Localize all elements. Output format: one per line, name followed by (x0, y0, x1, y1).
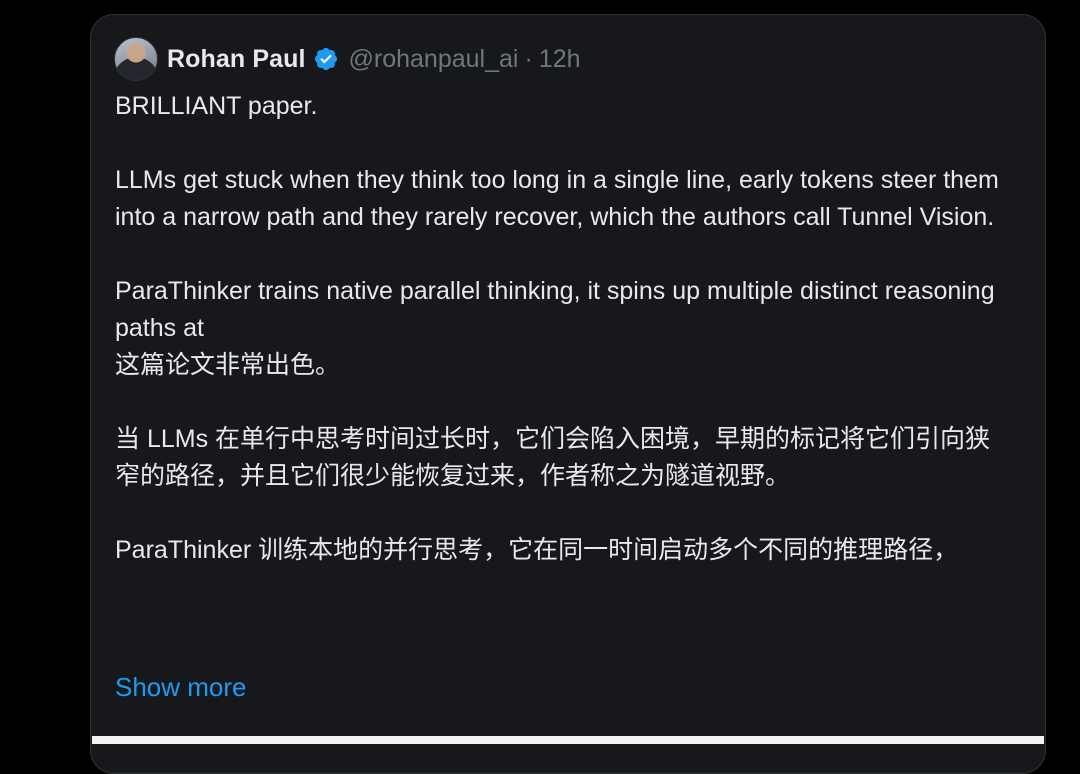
text-paragraph: ParaThinker trains native parallel think… (115, 277, 1002, 342)
translated-paragraph: ParaThinker 训练本地的并行思考，它在同一时间启动多个不同的推理路径， (115, 536, 959, 564)
text-paragraph: LLMs get stuck when they think too long … (115, 166, 1006, 231)
avatar[interactable] (114, 37, 158, 81)
text-paragraph: BRILLIANT paper. (115, 92, 318, 120)
author-handle[interactable]: @rohanpaul_ai (349, 45, 519, 74)
separator-dot: · (524, 44, 533, 73)
translated-paragraph: 这篇论文非常出色。 (115, 351, 341, 379)
verified-badge-icon (314, 47, 337, 71)
translated-paragraph: 当 LLMs 在单行中思考时间过长时，它们会陷入困境，早期的标记将它们引向狭窄的… (115, 425, 991, 490)
show-more-link[interactable]: Show more (115, 672, 247, 703)
author-name[interactable]: Rohan Paul (167, 45, 306, 74)
next-card-edge (92, 736, 1044, 744)
tweet-text: BRILLIANT paper. LLMs get stuck when the… (115, 88, 1015, 569)
timestamp[interactable]: 12h (539, 45, 581, 74)
tweet-header: Rohan Paul @rohanpaul_ai · 12h (114, 36, 581, 82)
